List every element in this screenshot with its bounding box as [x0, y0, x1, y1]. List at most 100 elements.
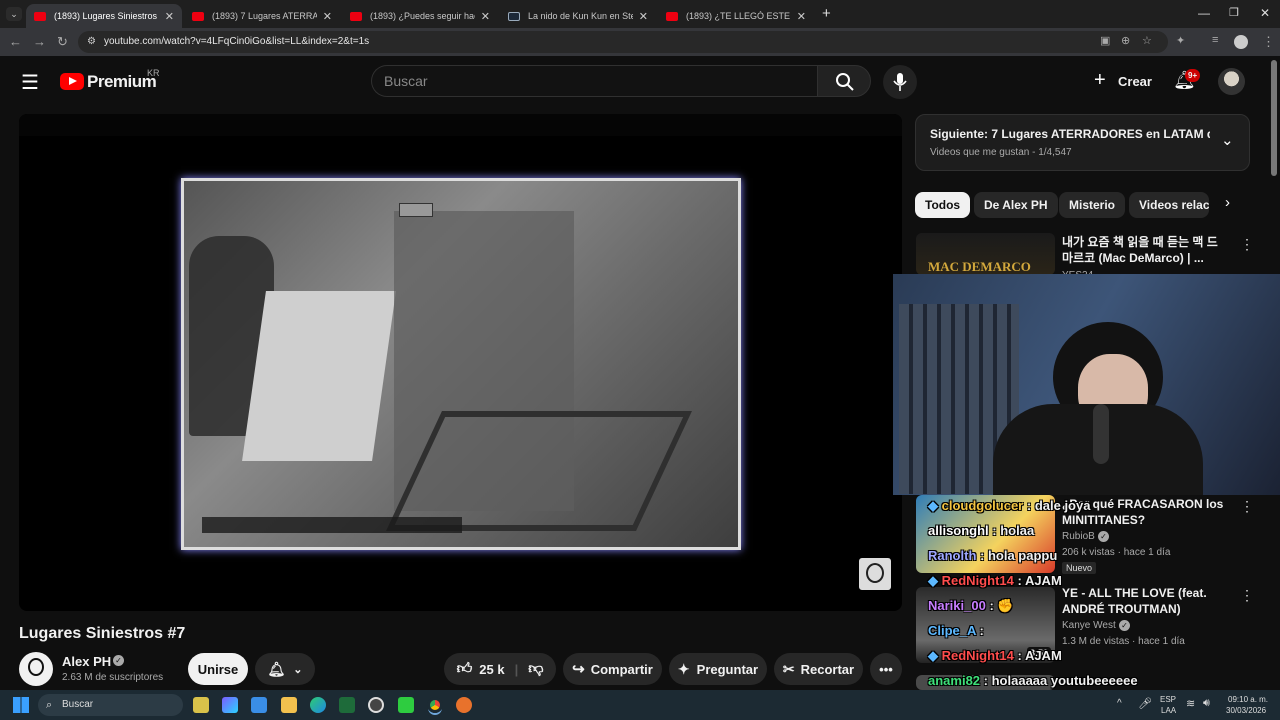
chat-text: : hola pappu	[980, 548, 1058, 563]
account-avatar[interactable]	[1218, 68, 1245, 95]
reload-icon[interactable]: ↻	[57, 34, 68, 50]
store-icon[interactable]	[251, 697, 267, 713]
app-icon[interactable]	[456, 697, 472, 713]
obs-icon[interactable]	[368, 697, 384, 713]
join-button[interactable]: Unirse	[188, 653, 248, 685]
youtube-logo-icon[interactable]	[60, 73, 84, 90]
more-vertical-icon[interactable]: ⋮	[1240, 587, 1254, 604]
widgets-icon[interactable]	[193, 697, 209, 713]
youtube-icon	[34, 11, 46, 21]
create-button[interactable]: Crear	[1118, 74, 1152, 89]
share-button[interactable]: ↪ Compartir	[563, 653, 662, 685]
tab-0[interactable]: (1893) Lugares Siniestros #7 - Y ✕	[26, 4, 182, 28]
chevron-right-icon[interactable]: ›	[1225, 194, 1230, 211]
related-thumb-0[interactable]: MAC DEMARCO	[916, 233, 1055, 275]
url-field[interactable]: ⚙ youtube.com/watch?v=4LFqCin0iGo&list=L…	[78, 31, 1168, 53]
forward-icon[interactable]: →	[33, 34, 46, 49]
subscription-bell-button[interactable]: 🔔︎ ⌄	[255, 653, 315, 685]
menu-icon[interactable]: ☰	[21, 70, 39, 95]
more-vertical-icon[interactable]: ⋮	[1240, 498, 1254, 515]
browser-menu-icon[interactable]: ⋮	[1262, 34, 1275, 50]
kick-icon[interactable]	[398, 697, 414, 713]
keyboard-layout[interactable]: LAA	[1161, 706, 1176, 715]
url-text: youtube.com/watch?v=4LFqCin0iGo&list=LL&…	[104, 36, 370, 47]
cast-icon[interactable]: ▣	[1100, 34, 1110, 47]
thumbs-up-icon[interactable]: 👍︎	[457, 660, 473, 678]
tab-1[interactable]: (1893) 7 Lugares ATERRADORE ✕	[184, 4, 340, 28]
clock-date[interactable]: 30/03/2026	[1226, 706, 1266, 715]
search-input[interactable]: Buscar	[371, 65, 817, 97]
face-sketch-icon	[866, 563, 884, 583]
related-channel-1[interactable]: RubioB	[1062, 531, 1095, 542]
chat-username: Nariki_00	[928, 598, 986, 613]
related-title-0[interactable]: 내가 요즘 책 읽을 때 듣는 맥 드 마르코 (Mac DeMarco) | …	[1062, 234, 1232, 268]
video-player[interactable]	[19, 114, 902, 611]
more-actions-button[interactable]: •••	[870, 653, 902, 685]
close-icon[interactable]: ✕	[797, 10, 806, 23]
more-vertical-icon[interactable]: ⋮	[1240, 236, 1254, 253]
chip-misterio[interactable]: Misterio	[1059, 192, 1126, 218]
chip-de-alex-ph[interactable]: De Alex PH	[974, 192, 1058, 218]
zoom-icon[interactable]: ⊕	[1121, 34, 1130, 47]
taskbar-search[interactable]: ⌕ Buscar	[38, 694, 183, 716]
related-title-2[interactable]: YE - ALL THE LOVE (feat. ANDRÉ TROUTMAN)	[1062, 585, 1232, 617]
tray-mic-icon[interactable]: 🎤︎	[1138, 697, 1152, 710]
search-button[interactable]	[817, 65, 871, 97]
microphone-icon	[893, 73, 907, 91]
tab-4[interactable]: (1893) ¿TE LLEGÓ ESTE MENSA ✕	[658, 4, 814, 28]
chrome-icon[interactable]	[427, 697, 443, 713]
close-icon[interactable]: ✕	[165, 10, 174, 23]
windows-taskbar: ⌕ Buscar ^ 🎤︎ ESP LAA ≋ 🔊︎ 09:10 a. m. 3…	[0, 690, 1280, 720]
extensions-icon[interactable]: ✦	[1176, 34, 1185, 47]
new-tab-button[interactable]: +	[822, 5, 831, 22]
clip-button[interactable]: ✂ Recortar	[774, 653, 863, 685]
tab-title: (1893) 7 Lugares ATERRADORE	[212, 11, 317, 21]
tab-3[interactable]: La nido de Kun Kun en Steam ✕	[500, 4, 656, 28]
voice-search-button[interactable]	[883, 65, 917, 99]
page-scrollbar[interactable]	[1271, 60, 1277, 176]
related-channel-2[interactable]: Kanye West	[1062, 620, 1116, 631]
chat-text: : holaa	[992, 523, 1035, 538]
reading-list-icon[interactable]: ≡	[1212, 34, 1218, 46]
share-label: Compartir	[590, 661, 653, 677]
edge-icon[interactable]	[310, 697, 326, 713]
tray-chevron-icon[interactable]: ^	[1117, 698, 1122, 709]
language-indicator[interactable]: ESP	[1160, 695, 1176, 704]
like-count[interactable]: 25 k	[479, 662, 504, 677]
thumbs-down-icon[interactable]: 👎︎	[528, 660, 543, 678]
profile-avatar-icon[interactable]	[1234, 35, 1248, 49]
playlist-panel[interactable]: Siguiente: 7 Lugares ATERRADORES en LATA…	[915, 114, 1250, 171]
ask-button[interactable]: ✦ Preguntar	[669, 653, 767, 685]
site-info-icon[interactable]: ⚙	[87, 31, 96, 53]
chip-todos[interactable]: Todos	[915, 192, 971, 218]
chip-videos-relacionados[interactable]: Videos relac	[1129, 192, 1209, 218]
wifi-icon[interactable]: ≋	[1186, 697, 1195, 710]
chat-message: Clipe_A :	[928, 623, 984, 638]
subscriber-count: 2.63 M de suscriptores	[62, 672, 164, 683]
close-icon[interactable]: ✕	[481, 10, 490, 23]
tab-search-chevron-icon[interactable]: ⌄	[6, 7, 22, 21]
chevron-down-icon[interactable]: ⌄	[1221, 131, 1234, 149]
notification-badge: 9+	[1185, 69, 1201, 82]
channel-avatar[interactable]	[19, 652, 53, 686]
maximize-icon[interactable]: ❐	[1229, 6, 1239, 19]
playlist-next-title[interactable]: Siguiente: 7 Lugares ATERRADORES en LATA…	[930, 127, 1210, 141]
channel-name[interactable]: Alex PH	[62, 654, 111, 669]
copilot-icon[interactable]	[222, 697, 238, 713]
close-window-icon[interactable]: ✕	[1260, 6, 1270, 20]
tab-2[interactable]: (1893) ¿Puedes seguir haciendo ✕	[342, 4, 498, 28]
logo-text[interactable]: Premium	[87, 72, 157, 92]
windows-start-icon[interactable]	[13, 697, 29, 713]
clock-time[interactable]: 09:10 a. m.	[1228, 695, 1268, 704]
close-icon[interactable]: ✕	[323, 10, 332, 23]
close-icon[interactable]: ✕	[639, 10, 648, 23]
minimize-icon[interactable]: —	[1198, 6, 1210, 20]
create-plus-icon[interactable]: +	[1094, 69, 1106, 92]
back-icon[interactable]: ←	[9, 34, 22, 49]
youtube-icon	[192, 11, 204, 21]
volume-icon[interactable]: 🔊︎	[1203, 697, 1210, 710]
excel-icon[interactable]	[339, 697, 355, 713]
file-explorer-icon[interactable]	[281, 697, 297, 713]
channel-watermark[interactable]	[859, 558, 891, 590]
bookmark-star-icon[interactable]: ☆	[1142, 34, 1152, 47]
